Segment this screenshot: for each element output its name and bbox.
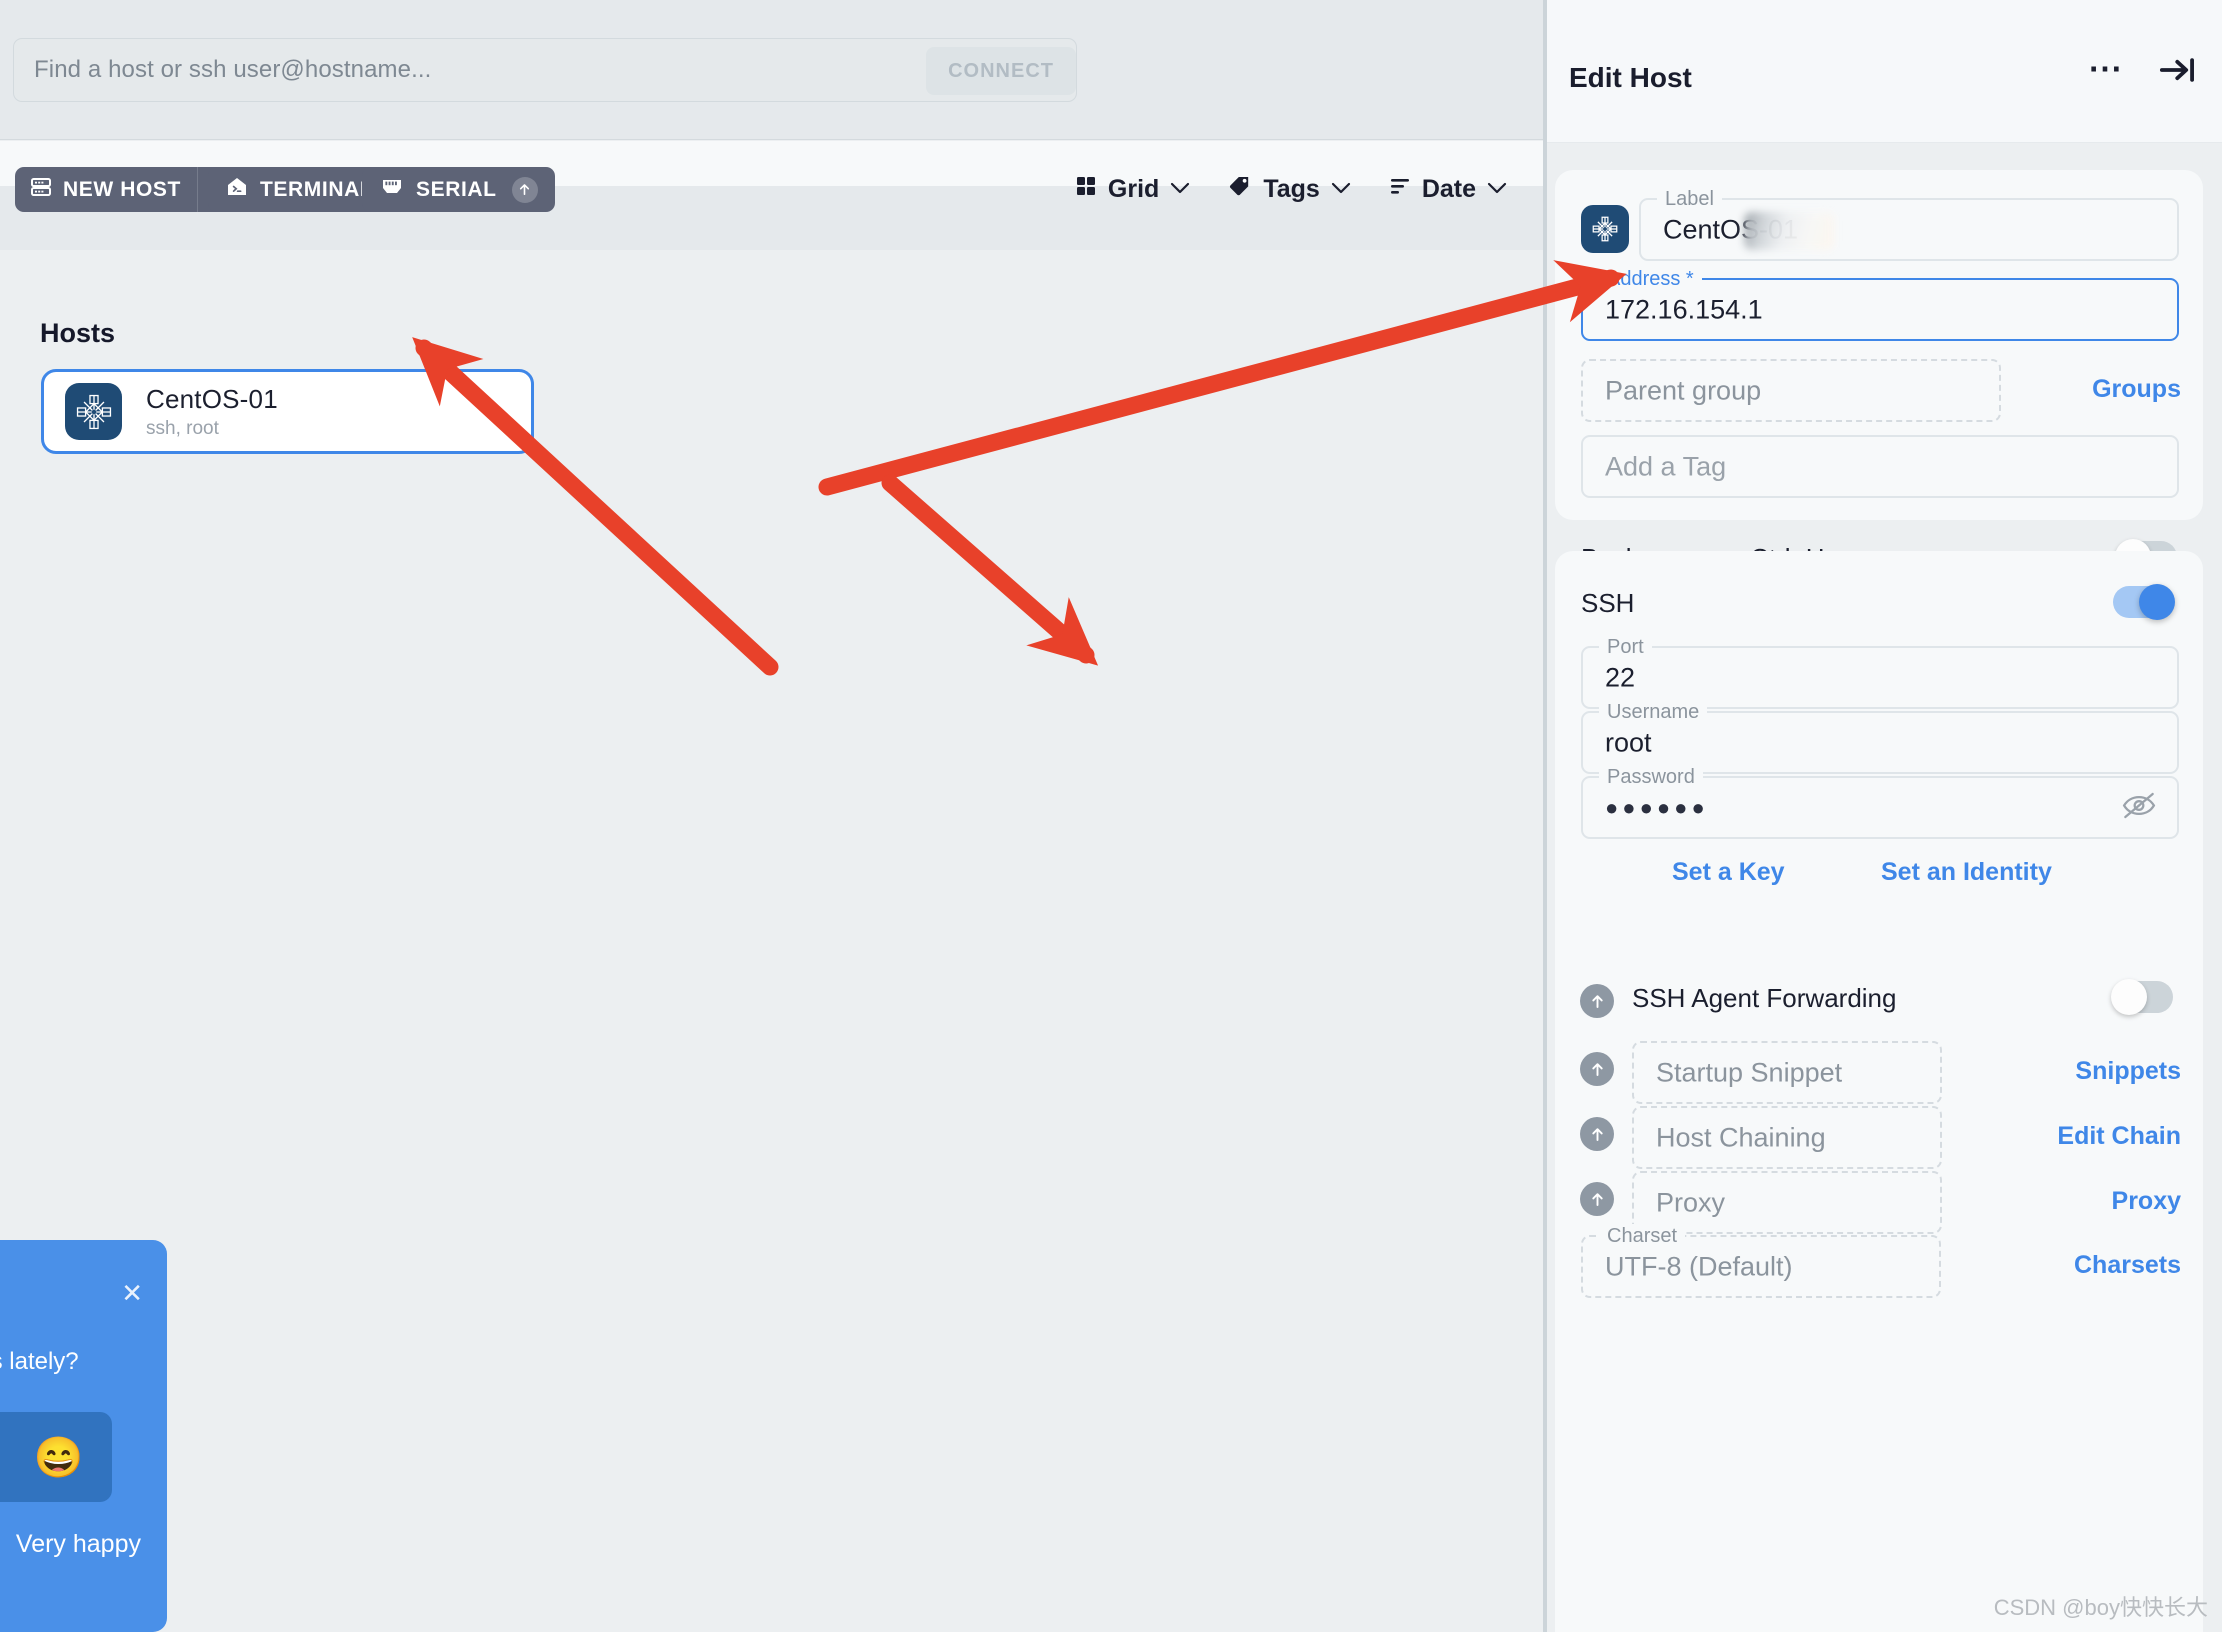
add-tag-field[interactable]: Add a Tag [1581, 435, 2179, 498]
view-option-tags[interactable]: Tags [1227, 174, 1352, 205]
serial-label: SERIAL [416, 177, 497, 201]
serial-button[interactable]: SERIAL [362, 167, 555, 212]
redacted-address-overlay [1744, 212, 1834, 250]
hosts-section-title: Hosts [40, 318, 116, 348]
hosts-pane: Find a host or ssh user@hostname... CONN… [0, 0, 1543, 1632]
survey-rating-label: Very happy [15, 1530, 141, 1558]
watermark-text: CSDN @boy快快长大 [1993, 1595, 2208, 1620]
collapse-right-icon[interactable] [2156, 48, 2200, 97]
password-field-value: ●●●●●● [1605, 794, 1709, 820]
username-field-value: root [1605, 727, 1652, 757]
edit-host-header: Edit Host ⋯ [1547, 0, 2222, 143]
list-item-subtitle: ssh, root [146, 417, 219, 439]
charset-field-value: UTF-8 (Default) [1605, 1251, 1793, 1281]
survey-rating-row: 😊 😄 [0, 1412, 112, 1502]
proxy-placeholder: Proxy [1656, 1187, 1726, 1217]
view-option-grid-label: Grid [1107, 175, 1160, 203]
edit-host-body: Label CentOS-01 Address * 172.16.154.1 P… [1547, 143, 2222, 1632]
survey-subtitle: g Termius lately? [0, 1348, 79, 1375]
general-settings-card: Label CentOS-01 Address * 172.16.154.1 P… [1555, 170, 2203, 520]
ssh-agent-forwarding-toggle[interactable] [2111, 979, 2173, 1015]
charset-field-legend: Charset [1599, 1224, 1686, 1248]
add-tag-placeholder: Add a Tag [1605, 451, 1727, 481]
pro-upgrade-icon[interactable] [1580, 1052, 1614, 1086]
server-rack-icon [29, 175, 53, 205]
edit-host-pane: Edit Host ⋯ Label CentOS-01 Address * 17… [1547, 0, 2222, 1632]
app-window: Find a host or ssh user@hostname... CONN… [0, 0, 2222, 1632]
new-host-label: NEW HOST [63, 177, 181, 201]
view-option-grid[interactable]: Grid [1074, 174, 1191, 205]
ssh-enabled-toggle[interactable] [2113, 584, 2175, 620]
list-item[interactable]: CentOS-01 ssh, root [41, 369, 534, 454]
address-field-legend: Address * [1599, 267, 1702, 291]
view-option-tags-label: Tags [1263, 175, 1320, 203]
startup-snippet-placeholder: Startup Snippet [1656, 1057, 1843, 1087]
ssh-section-label: SSH [1581, 588, 1635, 618]
tag-icon [1227, 174, 1253, 205]
ethernet-port-icon [379, 175, 405, 205]
pro-upgrade-icon[interactable] [1580, 984, 1614, 1018]
host-chaining-placeholder: Host Chaining [1656, 1122, 1826, 1152]
groups-link[interactable]: Groups [2092, 375, 2181, 404]
search-input[interactable]: Find a host or ssh user@hostname... CONN… [13, 38, 1077, 102]
terminal-house-icon [225, 175, 249, 205]
address-field-value: 172.16.154.1 [1605, 294, 1763, 324]
snippets-link[interactable]: Snippets [2075, 1057, 2181, 1086]
set-a-key-link[interactable]: Set a Key [1672, 858, 1785, 887]
terminal-label: TERMINAL [260, 177, 374, 201]
chevron-down-icon [1330, 179, 1352, 200]
proxy-link[interactable]: Proxy [2112, 1187, 2181, 1216]
parent-group-field[interactable]: Parent group [1581, 359, 2001, 422]
view-option-date[interactable]: Date [1388, 174, 1508, 205]
ellipsis-icon[interactable]: ⋯ [2088, 52, 2125, 86]
charsets-link[interactable]: Charsets [2074, 1251, 2181, 1280]
list-item-title: CentOS-01 [146, 383, 278, 414]
username-field-legend: Username [1599, 700, 1708, 724]
toggle-knob [2111, 979, 2147, 1015]
pro-upgrade-icon[interactable] [1580, 1117, 1614, 1151]
password-field[interactable]: Password ●●●●●● [1581, 765, 2179, 839]
label-field-legend: Label [1657, 187, 1722, 211]
view-options: Grid Tags Date [1074, 167, 1508, 212]
parent-group-placeholder: Parent group [1605, 375, 1762, 405]
host-chaining-field[interactable]: Host Chaining [1632, 1106, 1942, 1169]
grid-icon [1074, 174, 1098, 205]
address-field[interactable]: Address * 172.16.154.1 [1581, 267, 2179, 341]
pro-upgrade-icon[interactable] [1580, 1182, 1614, 1216]
survey-rating-very-happy[interactable]: 😄 [34, 1434, 84, 1481]
port-field-value: 22 [1605, 662, 1636, 692]
centos-logo-icon [65, 383, 122, 440]
pro-upgrade-icon [511, 176, 538, 203]
close-icon[interactable]: ✕ [121, 1278, 143, 1309]
search-placeholder: Find a host or ssh user@hostname... [34, 56, 432, 83]
set-an-identity-link[interactable]: Set an Identity [1881, 858, 2052, 887]
edit-chain-link[interactable]: Edit Chain [2057, 1122, 2181, 1151]
port-field-legend: Port [1599, 635, 1652, 659]
charset-field[interactable]: Charset UTF-8 (Default) [1581, 1224, 1941, 1298]
startup-snippet-field[interactable]: Startup Snippet [1632, 1041, 1942, 1104]
new-host-button[interactable]: NEW HOST [15, 167, 198, 212]
page-title: Edit Host [1569, 62, 1692, 93]
chevron-down-icon [1169, 179, 1191, 200]
centos-logo-icon[interactable] [1581, 205, 1629, 253]
search-bar-area: Find a host or ssh user@hostname... CONN… [0, 0, 1543, 140]
list-item-meta: CentOS-01 ssh, root [146, 384, 278, 440]
chevron-down-icon [1486, 179, 1508, 200]
sort-lines-icon [1388, 174, 1412, 205]
ssh-agent-forwarding-label: SSH Agent Forwarding [1632, 983, 1897, 1013]
password-field-legend: Password [1599, 765, 1703, 789]
toolbar: NEW HOST TERMINAL SERIAL Grid Tags Date [0, 167, 1543, 250]
feedback-survey-popup[interactable]: stion: ✕ g Termius lately? 😊 😄 Very happ… [0, 1240, 167, 1632]
ssh-settings-card: SSH Port 22 Username root Password ●●●●●… [1555, 551, 2203, 1632]
toggle-knob [2139, 584, 2175, 620]
connect-button[interactable]: CONNECT [926, 47, 1076, 95]
eye-off-icon[interactable] [2121, 790, 2157, 825]
label-field[interactable]: Label CentOS-01 [1639, 187, 2179, 261]
view-option-date-label: Date [1421, 175, 1476, 203]
